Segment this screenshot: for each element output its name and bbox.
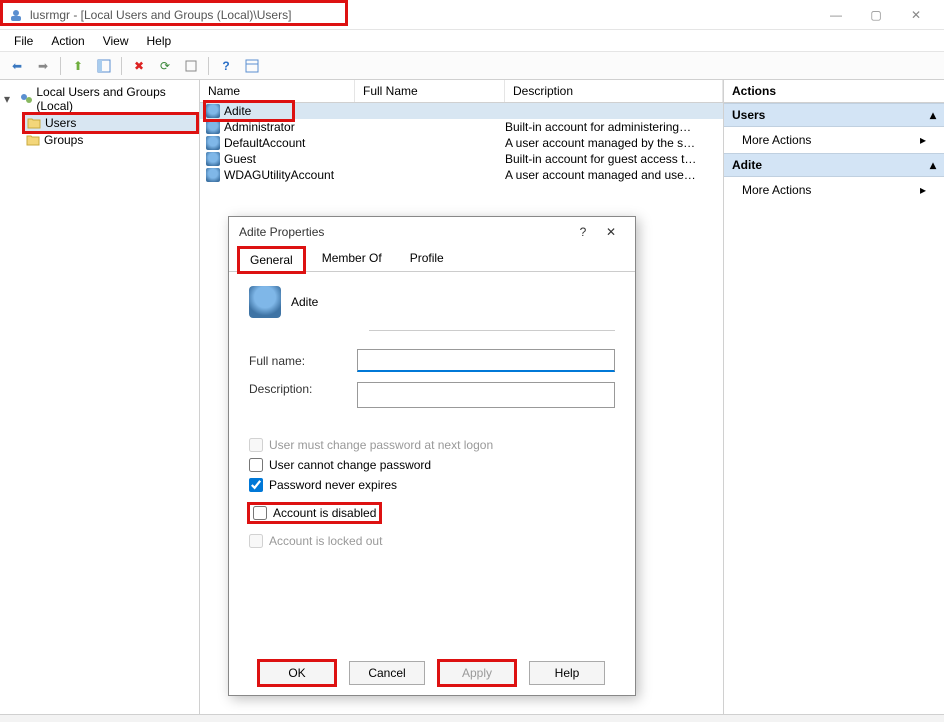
actions-pane: Actions Users ▴ More Actions ▸ Adite ▴ M… bbox=[724, 80, 944, 714]
tab-general[interactable]: General bbox=[239, 248, 304, 272]
never-expires-checkbox[interactable] bbox=[249, 478, 263, 492]
user-icon bbox=[206, 104, 220, 118]
user-icon bbox=[206, 136, 220, 150]
fullname-input[interactable] bbox=[357, 349, 615, 372]
col-name[interactable]: Name bbox=[200, 80, 355, 102]
locked-out-label: Account is locked out bbox=[269, 534, 382, 548]
dialog-tabs: General Member Of Profile bbox=[229, 247, 635, 272]
tree-root-label: Local Users and Groups (Local) bbox=[36, 85, 195, 113]
description-label: Description: bbox=[249, 382, 349, 396]
folder-icon bbox=[26, 134, 40, 146]
user-icon bbox=[206, 120, 220, 134]
tree-users-label: Users bbox=[45, 116, 76, 130]
export-button[interactable] bbox=[180, 55, 202, 77]
help-toolbar-button[interactable]: ? bbox=[215, 55, 237, 77]
maximize-button[interactable]: ▢ bbox=[856, 1, 896, 29]
fullname-label: Full name: bbox=[249, 354, 349, 368]
titlebar: lusrmgr - [Local Users and Groups (Local… bbox=[0, 0, 944, 30]
list-row[interactable]: Administrator Built-in account for admin… bbox=[200, 119, 723, 135]
users-groups-icon bbox=[19, 92, 32, 106]
list-row[interactable]: Guest Built-in account for guest access … bbox=[200, 151, 723, 167]
window-title: lusrmgr - [Local Users and Groups (Local… bbox=[30, 8, 816, 22]
chevron-right-icon: ▸ bbox=[920, 183, 926, 197]
never-expires-label: Password never expires bbox=[269, 478, 397, 492]
toolbar: ⬅ ➡ ⬆ ✖ ⟳ ? bbox=[0, 52, 944, 80]
menu-view[interactable]: View bbox=[95, 32, 137, 50]
menu-help[interactable]: Help bbox=[139, 32, 180, 50]
dialog-buttons: OK Cancel Apply Help bbox=[229, 661, 635, 685]
account-disabled-checkbox[interactable] bbox=[253, 506, 267, 520]
close-button[interactable]: ✕ bbox=[896, 1, 936, 29]
apply-button[interactable]: Apply bbox=[439, 661, 515, 685]
user-icon bbox=[206, 152, 220, 166]
user-icon bbox=[206, 168, 220, 182]
properties-dialog: Adite Properties ? ✕ General Member Of P… bbox=[228, 216, 636, 696]
dialog-title-text: Adite Properties bbox=[239, 225, 324, 239]
list-header: Name Full Name Description bbox=[200, 80, 723, 103]
refresh-button[interactable]: ⟳ bbox=[154, 55, 176, 77]
description-input[interactable] bbox=[357, 382, 615, 408]
folder-icon bbox=[27, 117, 41, 129]
actions-section-users[interactable]: Users ▴ bbox=[724, 103, 944, 127]
tree-groups-label: Groups bbox=[44, 133, 83, 147]
chevron-right-icon: ▸ bbox=[920, 133, 926, 147]
app-icon bbox=[8, 7, 24, 23]
row-name: Adite bbox=[224, 104, 251, 118]
list-row[interactable]: DefaultAccount A user account managed by… bbox=[200, 135, 723, 151]
dialog-titlebar: Adite Properties ? ✕ bbox=[229, 217, 635, 247]
minimize-button[interactable]: — bbox=[816, 1, 856, 29]
list-row[interactable]: WDAGUtilityAccount A user account manage… bbox=[200, 167, 723, 183]
forward-button[interactable]: ➡ bbox=[32, 55, 54, 77]
row-name: DefaultAccount bbox=[224, 136, 305, 150]
must-change-checkbox bbox=[249, 438, 263, 452]
col-fullname[interactable]: Full Name bbox=[355, 80, 505, 102]
statusbar bbox=[0, 714, 944, 722]
back-button[interactable]: ⬅ bbox=[6, 55, 28, 77]
tree-pane: ▾ Local Users and Groups (Local) Users G… bbox=[0, 80, 200, 714]
locked-out-checkbox bbox=[249, 534, 263, 548]
row-name: WDAGUtilityAccount bbox=[224, 168, 334, 182]
delete-button[interactable]: ✖ bbox=[128, 55, 150, 77]
row-desc: Built-in account for administering… bbox=[505, 120, 723, 134]
menu-file[interactable]: File bbox=[6, 32, 41, 50]
must-change-label: User must change password at next logon bbox=[269, 438, 493, 452]
actions-title: Actions bbox=[724, 80, 944, 103]
collapse-icon: ▴ bbox=[930, 158, 936, 172]
help-button[interactable]: Help bbox=[529, 661, 605, 685]
properties-button[interactable] bbox=[241, 55, 263, 77]
row-desc: A user account managed and use… bbox=[505, 168, 723, 182]
user-large-icon bbox=[249, 286, 281, 318]
tree-groups[interactable]: Groups bbox=[24, 132, 197, 148]
actions-more-users[interactable]: More Actions ▸ bbox=[724, 127, 944, 153]
row-desc: A user account managed by the s… bbox=[505, 136, 723, 150]
list-row[interactable]: Adite bbox=[200, 103, 723, 119]
menubar: File Action View Help bbox=[0, 30, 944, 52]
row-name: Administrator bbox=[224, 120, 295, 134]
actions-section-adite[interactable]: Adite ▴ bbox=[724, 153, 944, 177]
show-hide-tree-button[interactable] bbox=[93, 55, 115, 77]
tab-member-of[interactable]: Member Of bbox=[312, 247, 392, 271]
col-description[interactable]: Description bbox=[505, 80, 723, 102]
dialog-close-button[interactable]: ✕ bbox=[597, 225, 625, 239]
dialog-username: Adite bbox=[291, 295, 318, 309]
cannot-change-checkbox[interactable] bbox=[249, 458, 263, 472]
row-desc: Built-in account for guest access t… bbox=[505, 152, 723, 166]
actions-more-adite[interactable]: More Actions ▸ bbox=[724, 177, 944, 203]
collapse-icon: ▴ bbox=[930, 108, 936, 122]
collapse-icon[interactable]: ▾ bbox=[4, 92, 15, 106]
up-button[interactable]: ⬆ bbox=[67, 55, 89, 77]
row-name: Guest bbox=[224, 152, 256, 166]
tree-users[interactable]: Users bbox=[24, 114, 197, 132]
cancel-button[interactable]: Cancel bbox=[349, 661, 425, 685]
cannot-change-label: User cannot change password bbox=[269, 458, 431, 472]
dialog-help-button[interactable]: ? bbox=[569, 225, 597, 239]
menu-action[interactable]: Action bbox=[43, 32, 92, 50]
tab-profile[interactable]: Profile bbox=[400, 247, 454, 271]
tree-root[interactable]: ▾ Local Users and Groups (Local) bbox=[2, 84, 197, 114]
account-disabled-label: Account is disabled bbox=[273, 506, 376, 520]
ok-button[interactable]: OK bbox=[259, 661, 335, 685]
